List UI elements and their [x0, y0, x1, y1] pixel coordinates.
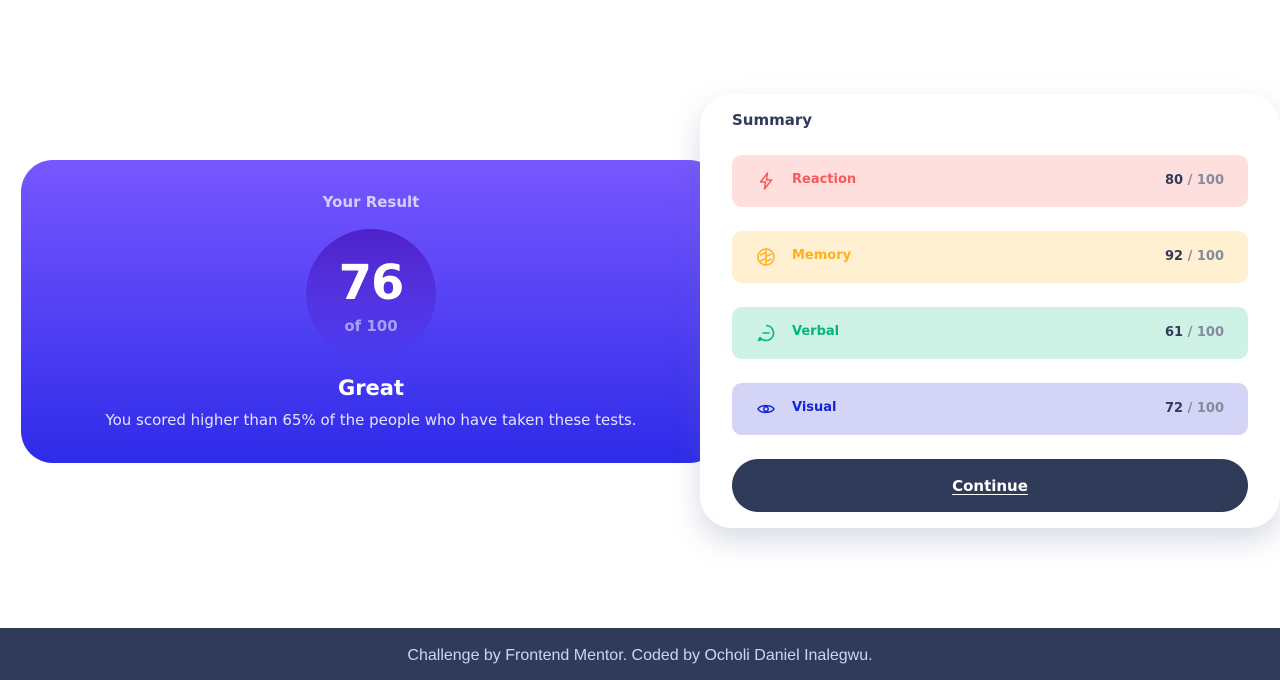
lightning-icon — [759, 172, 773, 190]
result-heading: Your Result — [322, 193, 420, 211]
summary-item-label: Memory — [792, 248, 852, 263]
summary-item-label: Visual — [792, 400, 837, 415]
score-of-label: of 100 — [344, 317, 398, 335]
summary-item-score: 92 / 100 — [1164, 249, 1224, 264]
speech-bubble-icon — [757, 324, 775, 342]
summary-item-score: 80 / 100 — [1164, 173, 1224, 188]
summary-item-score: 61 / 100 — [1164, 325, 1224, 340]
result-card: Your Result 76 of 100 Great You scored h… — [21, 160, 721, 463]
eye-icon — [757, 404, 775, 414]
summary-item-label: Reaction — [792, 172, 857, 187]
summary-item-visual: Visual 72 / 100 — [732, 383, 1248, 435]
summary-card: Summary Reaction 80 / 100 Memory 92 / 10… — [700, 94, 1280, 528]
summary-item-label: Verbal — [792, 324, 840, 339]
summary-item-memory: Memory 92 / 100 — [732, 231, 1248, 283]
summary-item-score: 72 / 100 — [1164, 401, 1224, 416]
summary-item-reaction: Reaction 80 / 100 — [732, 155, 1248, 207]
footer: Challenge by Frontend Mentor. Coded by O… — [0, 628, 1280, 680]
footer-attribution[interactable]: Challenge by Frontend Mentor. Coded by O… — [407, 647, 872, 664]
summary-title: Summary — [732, 111, 813, 129]
result-rating: Great — [337, 376, 405, 400]
summary-item-verbal: Verbal 61 / 100 — [732, 307, 1248, 359]
continue-button[interactable]: Continue — [732, 459, 1248, 512]
score-circle: 76 of 100 — [306, 229, 436, 359]
score-value: 76 — [338, 255, 405, 311]
result-description: You scored higher than 65% of the people… — [105, 411, 637, 429]
brain-icon — [757, 248, 775, 266]
